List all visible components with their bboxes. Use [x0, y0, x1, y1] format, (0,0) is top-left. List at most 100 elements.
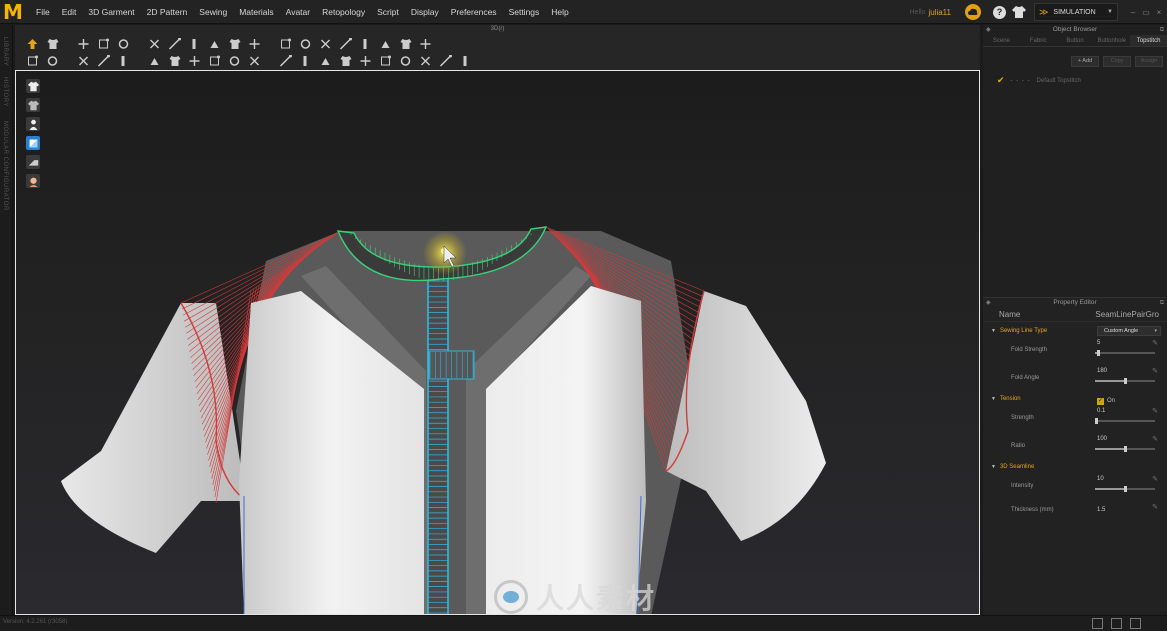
row2-tool-15-icon[interactable] [338, 54, 353, 68]
mode-select[interactable]: ≫ SIMULATION ▼ [1034, 3, 1118, 21]
panel-pin-icon[interactable]: ◆ [986, 25, 991, 35]
row1-tool-3-icon[interactable] [76, 37, 91, 51]
row2-tool-21-icon[interactable] [458, 54, 473, 68]
row2-tool-20-icon[interactable] [438, 54, 453, 68]
maximize-button[interactable]: ▭ [1141, 8, 1151, 17]
row1-tool-15-icon[interactable] [338, 37, 353, 51]
layout-grid-button[interactable] [1130, 618, 1141, 629]
pin-icon[interactable]: ✎ [1152, 475, 1158, 483]
row1-tool-2-icon[interactable] [45, 37, 60, 51]
row2-tool-11-icon[interactable] [247, 54, 262, 68]
menu-3d-garment[interactable]: 3D Garment [82, 0, 140, 24]
row1-tool-9-icon[interactable] [207, 37, 222, 51]
row1-tool-18-icon[interactable] [398, 37, 413, 51]
view-fabric-button[interactable] [26, 136, 40, 150]
row1-tool-8-icon[interactable] [187, 37, 202, 51]
row2-tool-14-icon[interactable] [318, 54, 333, 68]
ratio-value[interactable]: 100 [1097, 436, 1107, 442]
row1-tool-14-icon[interactable] [318, 37, 333, 51]
row2-tool-2-icon[interactable] [45, 54, 60, 68]
menu-2d-pattern[interactable]: 2D Pattern [141, 0, 194, 24]
menu-file[interactable]: File [30, 0, 56, 24]
row1-tool-6-icon[interactable] [147, 37, 162, 51]
row1-tool-13-icon[interactable] [298, 37, 313, 51]
pin-icon[interactable]: ✎ [1152, 367, 1158, 375]
tab-button[interactable]: Button [1057, 35, 1094, 46]
panel-float-icon[interactable]: ⧉ [1160, 298, 1164, 308]
menu-avatar[interactable]: Avatar [280, 0, 316, 24]
minimize-button[interactable]: – [1128, 8, 1138, 17]
row2-tool-1-icon[interactable] [25, 54, 40, 68]
menu-sewing[interactable]: Sewing [193, 0, 233, 24]
strength-value[interactable]: 0.1 [1097, 408, 1105, 414]
intensity-value[interactable]: 10 [1097, 476, 1104, 482]
layout-split-button[interactable] [1111, 618, 1122, 629]
row2-tool-7-icon[interactable] [167, 54, 182, 68]
menu-preferences[interactable]: Preferences [445, 0, 503, 24]
copy-button[interactable]: Copy [1103, 56, 1131, 67]
3d-viewport[interactable]: 人人素材 [15, 70, 980, 615]
row1-tool-11-icon[interactable] [247, 37, 262, 51]
view-garment-button[interactable] [26, 79, 40, 93]
list-item[interactable]: ✔ - - - - Default Topstitch [997, 75, 1167, 86]
sewing-line-type-select[interactable]: Custom Angle [1097, 326, 1161, 336]
add-button[interactable]: + Add [1071, 56, 1099, 67]
tab-fabric[interactable]: Fabric [1020, 35, 1057, 46]
menu-settings[interactable]: Settings [503, 0, 546, 24]
view-avatar-button[interactable] [26, 117, 40, 131]
intensity-slider[interactable] [1095, 486, 1155, 492]
row1-tool-1-icon[interactable] [25, 37, 40, 51]
tab-topstitch[interactable]: Topstitch [1130, 35, 1167, 46]
pin-icon[interactable]: ✎ [1152, 407, 1158, 415]
row2-tool-16-icon[interactable] [358, 54, 373, 68]
tab-history[interactable]: HISTORY [2, 77, 8, 107]
fold-angle-value[interactable]: 180 [1097, 368, 1107, 374]
tab-scene[interactable]: Scene [983, 35, 1020, 46]
thickness-value[interactable]: 1.5 [1097, 507, 1105, 513]
row2-tool-12-icon[interactable] [278, 54, 293, 68]
row2-tool-10-icon[interactable] [227, 54, 242, 68]
assign-button[interactable]: Assign [1135, 56, 1163, 67]
view-wireframe-button[interactable] [26, 155, 40, 169]
tab-modular-configurator[interactable]: MODULAR CONFIGURATOR [2, 121, 8, 211]
row1-tool-16-icon[interactable] [358, 37, 373, 51]
fold-strength-value[interactable]: 5 [1097, 340, 1100, 346]
layout-single-button[interactable] [1092, 618, 1103, 629]
account-button[interactable] [965, 4, 981, 20]
row1-tool-7-icon[interactable] [167, 37, 182, 51]
panel-pin-icon[interactable]: ◆ [986, 298, 991, 308]
row2-tool-6-icon[interactable] [147, 54, 162, 68]
pin-icon[interactable]: ✎ [1152, 435, 1158, 443]
help-button[interactable]: ? [993, 5, 1006, 19]
menu-retopology[interactable]: Retopology [316, 0, 371, 24]
row2-tool-9-icon[interactable] [207, 54, 222, 68]
fold-angle-slider[interactable] [1095, 378, 1155, 384]
menu-script[interactable]: Script [371, 0, 405, 24]
row1-tool-4-icon[interactable] [96, 37, 111, 51]
menu-help[interactable]: Help [545, 0, 574, 24]
close-button[interactable]: × [1154, 8, 1164, 17]
section-3d-seamline[interactable]: ▼ 3D Seamline [983, 464, 1034, 470]
fold-strength-slider[interactable] [1095, 350, 1155, 356]
row2-tool-8-icon[interactable] [187, 54, 202, 68]
user-name[interactable]: julia11 [928, 8, 951, 17]
row2-tool-19-icon[interactable] [418, 54, 433, 68]
section-sewing-line-type[interactable]: ▼ Sewing Line Type [983, 328, 1047, 334]
section-tension[interactable]: ▼ Tension [983, 396, 1021, 402]
view-skin-button[interactable] [26, 174, 40, 188]
row1-tool-5-icon[interactable] [116, 37, 131, 51]
row2-tool-4-icon[interactable] [96, 54, 111, 68]
row1-tool-12-icon[interactable] [278, 37, 293, 51]
name-value[interactable]: SeamLinePairGro [1095, 308, 1159, 321]
row2-tool-17-icon[interactable] [378, 54, 393, 68]
pin-icon[interactable]: ✎ [1152, 339, 1158, 347]
garment-icon[interactable] [1012, 5, 1026, 19]
row2-tool-18-icon[interactable] [398, 54, 413, 68]
row2-tool-3-icon[interactable] [76, 54, 91, 68]
row1-tool-19-icon[interactable] [418, 37, 433, 51]
panel-float-icon[interactable]: ⧉ [1160, 25, 1164, 35]
menu-display[interactable]: Display [405, 0, 445, 24]
row2-tool-5-icon[interactable] [116, 54, 131, 68]
pin-icon[interactable]: ✎ [1152, 503, 1158, 511]
tab-library[interactable]: LIBRARY [2, 37, 8, 66]
